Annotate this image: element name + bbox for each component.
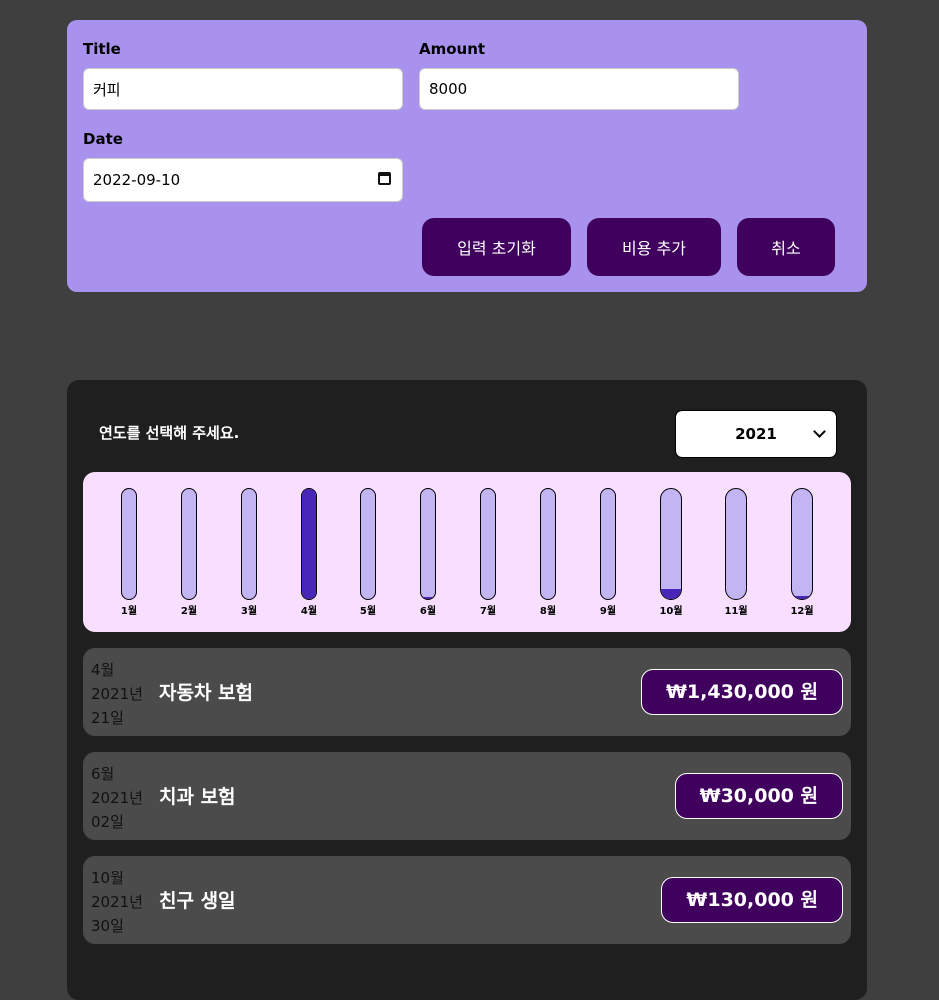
expense-date-day: 30일 [91, 917, 124, 935]
date-label: Date [83, 130, 123, 148]
chart-bar-10: 10월 [659, 488, 683, 618]
chart-bar-fill [661, 589, 681, 599]
monthly-chart: 1월 2월 3월 4월 5월 6월 7월 8월 9월 10월 11월 12월 [83, 472, 851, 632]
chart-bar-track [181, 488, 197, 600]
chart-bar-track [241, 488, 257, 600]
expense-date-month: 10월 [91, 869, 124, 887]
expense-title: 치과 보험 [159, 786, 236, 808]
date-field[interactable] [83, 158, 403, 202]
year-select-value: 2021 [735, 425, 777, 443]
expense-date-day: 02일 [91, 813, 124, 831]
chart-bar-track [725, 488, 747, 600]
chart-bar-fill [302, 489, 316, 599]
chart-bar-track [600, 488, 616, 600]
year-filter-label: 연도를 선택해 주세요. [99, 424, 240, 442]
chart-bar-track [540, 488, 556, 600]
chart-bar-track [301, 488, 317, 600]
expense-item: 6월 2021년 02일 치과 보험 ₩30,000 원 [83, 752, 851, 840]
title-label: Title [83, 40, 121, 58]
year-select[interactable]: 2021 [675, 410, 837, 458]
expense-date-year: 2021년 [91, 685, 143, 703]
chart-bar-label: 9월 [599, 606, 617, 617]
expense-form: Title Amount Date 입력 초기화 비용 추가 취소 [67, 20, 867, 292]
amount-label: Amount [419, 40, 486, 58]
chart-bar-8: 8월 [540, 488, 556, 618]
expense-date: 4월 2021년 21일 [91, 658, 143, 730]
expense-item: 4월 2021년 21일 자동차 보험 ₩1,430,000 원 [83, 648, 851, 736]
chart-bar-track [360, 488, 376, 600]
title-input[interactable] [83, 68, 403, 110]
cancel-button[interactable]: 취소 [737, 218, 835, 276]
chart-bar-9: 9월 [600, 488, 616, 618]
expense-date-month: 4월 [91, 661, 115, 679]
chart-bar-label: 12월 [790, 606, 814, 617]
chart-bar-4: 4월 [301, 488, 317, 618]
chevron-down-icon [813, 425, 826, 438]
chart-bar-label: 1월 [120, 606, 138, 617]
chart-bar-track [121, 488, 137, 600]
chart-bar-label: 8월 [539, 606, 557, 617]
expense-title: 자동차 보험 [159, 682, 254, 704]
expense-date-month: 6월 [91, 765, 115, 783]
expense-title: 친구 생일 [159, 890, 236, 912]
chart-bar-12: 12월 [790, 488, 814, 618]
chart-bar-track [480, 488, 496, 600]
chart-bar-track [791, 488, 813, 600]
chart-bar-label: 2월 [180, 606, 198, 617]
chart-bar-7: 7월 [480, 488, 496, 618]
calendar-icon[interactable] [378, 172, 391, 185]
expense-price: ₩1,430,000 원 [640, 669, 843, 715]
chart-bar-label: 5월 [359, 606, 377, 617]
chart-bar-label: 3월 [240, 606, 258, 617]
expense-date-year: 2021년 [91, 893, 143, 911]
expense-date-day: 21일 [91, 709, 124, 727]
expenses-panel: 연도를 선택해 주세요. 2021 1월 2월 3월 4월 5월 6월 7월 8월 9월 10월 1… [67, 380, 867, 1000]
expense-date: 6월 2021년 02일 [91, 762, 143, 834]
chart-bar-track [660, 488, 682, 600]
chart-bar-6: 6월 [420, 488, 436, 618]
expense-item: 10월 2021년 30일 친구 생일 ₩130,000 원 [83, 856, 851, 944]
date-input[interactable] [83, 158, 403, 202]
expense-price: ₩30,000 원 [674, 773, 843, 819]
chart-bar-1: 1월 [121, 488, 137, 618]
chart-bar-label: 7월 [479, 606, 497, 617]
reset-button[interactable]: 입력 초기화 [422, 218, 571, 276]
chart-bar-fill [421, 596, 435, 599]
chart-bar-label: 10월 [659, 606, 683, 617]
expense-date: 10월 2021년 30일 [91, 866, 143, 938]
chart-bar-label: 6월 [419, 606, 437, 617]
chart-bar-fill [792, 595, 812, 599]
chart-bar-5: 5월 [360, 488, 376, 618]
chart-bar-11: 11월 [724, 488, 748, 618]
chart-bar-3: 3월 [241, 488, 257, 618]
chart-bar-track [420, 488, 436, 600]
expense-price: ₩130,000 원 [661, 877, 843, 923]
amount-input[interactable] [419, 68, 739, 110]
chart-bar-label: 11월 [724, 606, 748, 617]
add-expense-button[interactable]: 비용 추가 [587, 218, 721, 276]
chart-bar-label: 4월 [300, 606, 318, 617]
chart-bar-2: 2월 [181, 488, 197, 618]
expense-date-year: 2021년 [91, 789, 143, 807]
